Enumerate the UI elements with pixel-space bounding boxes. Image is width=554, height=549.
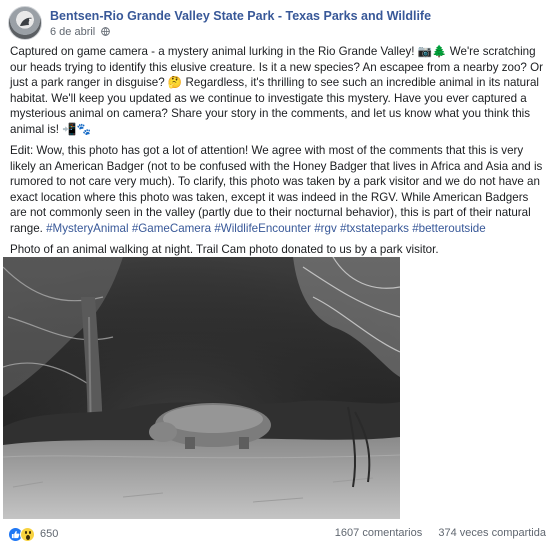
comments-count-link[interactable]: 1607 comentarios xyxy=(335,527,422,539)
shares-count-link[interactable]: 374 veces compartida xyxy=(438,527,546,539)
hashtag-link[interactable]: #rgv xyxy=(314,222,337,235)
hashtag-link[interactable]: #betteroutside xyxy=(412,222,485,235)
trail-cam-image xyxy=(3,257,400,519)
hashtag-list: #MysteryAnimal #GameCamera #WildlifeEnco… xyxy=(46,222,486,235)
photo-caption: Photo of an animal walking at night. Tra… xyxy=(10,243,439,256)
post-body: Captured on game camera - a mystery anim… xyxy=(10,44,544,264)
post-paragraph-2: Edit: Wow, this photo has got a lot of a… xyxy=(10,143,544,236)
trail-cam-photo[interactable] xyxy=(3,257,400,519)
hashtag-link[interactable]: #WildlifeEncounter xyxy=(214,222,311,235)
post-meta: 6 de abril xyxy=(50,26,111,38)
hashtag-link[interactable]: #MysteryAnimal xyxy=(46,222,128,235)
post-footer: 650 1607 comentarios 374 veces compartid… xyxy=(8,526,546,544)
post-header: Bentsen-Rio Grande Valley State Park - T… xyxy=(8,6,548,42)
post-paragraph-1: Captured on game camera - a mystery anim… xyxy=(10,45,543,136)
engagement-stats: 1607 comentarios 374 veces compartida xyxy=(335,527,546,539)
hashtag-link[interactable]: #GameCamera xyxy=(132,222,211,235)
page-avatar-icon xyxy=(20,17,32,26)
globe-icon xyxy=(101,27,111,36)
hashtag-link[interactable]: #txstateparks xyxy=(340,222,409,235)
post-date[interactable]: 6 de abril xyxy=(50,26,95,38)
reaction-summary[interactable]: 650 xyxy=(8,526,58,542)
wow-reaction-icon xyxy=(20,526,35,542)
reaction-count: 650 xyxy=(40,528,59,540)
page-avatar[interactable] xyxy=(8,6,42,40)
page-name-link[interactable]: Bentsen-Rio Grande Valley State Park - T… xyxy=(50,9,431,23)
